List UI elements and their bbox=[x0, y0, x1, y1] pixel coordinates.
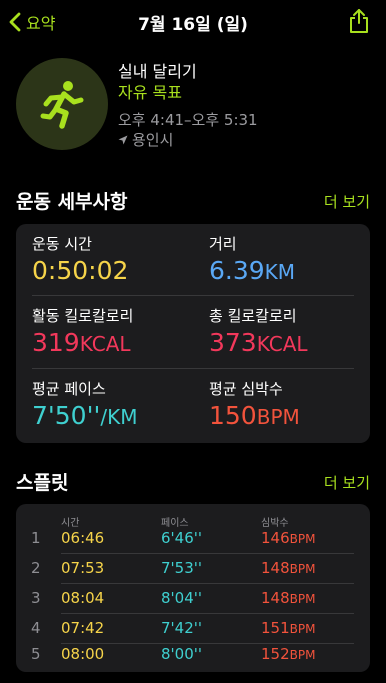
metric-label: 운동 시간 bbox=[32, 235, 92, 253]
running-figure-icon bbox=[40, 81, 84, 129]
details-card: 운동 시간 0:50:02 거리 6.39KM 활동 킬로칼로리 319KCAL… bbox=[16, 224, 370, 443]
split-index: 5 bbox=[31, 645, 41, 663]
split-time: 07:53 bbox=[61, 559, 105, 577]
workout-goal: 자유 목표 bbox=[118, 83, 182, 102]
metric-value: 150BPM bbox=[209, 401, 300, 430]
metric-distance: 거리 6.39KM bbox=[209, 233, 295, 285]
metric-label: 평균 페이스 bbox=[32, 380, 106, 398]
metric-value: 373KCAL bbox=[209, 328, 308, 357]
split-index: 1 bbox=[31, 529, 41, 547]
page-title: 7월 16일 (일) bbox=[138, 15, 248, 35]
metric-label: 평균 심박수 bbox=[209, 380, 283, 398]
split-time: 06:46 bbox=[61, 529, 105, 547]
metric-value: 319KCAL bbox=[32, 328, 131, 357]
metric-value: 6.39KM bbox=[209, 256, 296, 285]
details-more-button[interactable]: 더 보기 bbox=[324, 191, 370, 212]
workout-icon-badge bbox=[16, 58, 108, 150]
workout-location: 용인시 bbox=[118, 129, 173, 150]
metric-label: 총 킬로칼로리 bbox=[209, 307, 297, 325]
workout-time-range: 오후 4:41–오후 5:31 bbox=[118, 111, 258, 129]
metric-value: 7'50''/KM bbox=[32, 401, 138, 430]
split-time: 07:42 bbox=[61, 619, 105, 637]
splits-section-title: 스플릿 bbox=[16, 472, 69, 494]
splits-card: 시간 페이스 심박수 1 06:46 6'46'' 146BPM 2 07:53… bbox=[16, 504, 370, 672]
split-heart-rate: 151BPM bbox=[261, 619, 316, 637]
split-row: 5 08:00 8'00'' 152BPM bbox=[16, 640, 370, 670]
split-time: 08:04 bbox=[61, 589, 105, 607]
split-index: 3 bbox=[31, 589, 41, 607]
divider bbox=[32, 368, 354, 369]
split-pace: 8'00'' bbox=[161, 645, 203, 663]
split-heart-rate: 148BPM bbox=[261, 589, 316, 607]
split-heart-rate: 148BPM bbox=[261, 559, 316, 577]
split-row: 1 06:46 6'46'' 146BPM bbox=[16, 524, 370, 554]
details-section-title: 운동 세부사항 bbox=[16, 191, 128, 213]
navigation-bar: 요약 7월 16일 (일) bbox=[0, 0, 386, 44]
metric-total-calories: 총 킬로칼로리 373KCAL bbox=[209, 305, 308, 357]
split-pace: 6'46'' bbox=[161, 529, 203, 547]
metric-avg-heart-rate: 평균 심박수 150BPM bbox=[209, 378, 300, 430]
metric-value: 0:50:02 bbox=[32, 256, 129, 285]
split-index: 2 bbox=[31, 559, 41, 577]
location-label: 용인시 bbox=[132, 131, 174, 149]
splits-more-button[interactable]: 더 보기 bbox=[324, 472, 370, 493]
split-pace: 7'53'' bbox=[161, 559, 203, 577]
split-pace: 7'42'' bbox=[161, 619, 203, 637]
location-arrow-icon bbox=[118, 135, 128, 144]
metric-active-calories: 활동 킬로칼로리 319KCAL bbox=[32, 305, 133, 357]
split-pace: 8'04'' bbox=[161, 589, 203, 607]
metric-avg-pace: 평균 페이스 7'50''/KM bbox=[32, 378, 137, 430]
split-heart-rate: 152BPM bbox=[261, 645, 316, 663]
metric-label: 활동 킬로칼로리 bbox=[32, 307, 134, 325]
divider bbox=[32, 295, 354, 296]
split-time: 08:00 bbox=[61, 645, 105, 663]
metric-label: 거리 bbox=[209, 235, 237, 253]
split-row: 2 07:53 7'53'' 148BPM bbox=[16, 554, 370, 584]
split-index: 4 bbox=[31, 619, 41, 637]
split-heart-rate: 146BPM bbox=[261, 529, 316, 547]
metric-duration: 운동 시간 0:50:02 bbox=[32, 233, 128, 285]
split-row: 3 08:04 8'04'' 148BPM bbox=[16, 584, 370, 614]
share-icon[interactable] bbox=[348, 8, 370, 34]
